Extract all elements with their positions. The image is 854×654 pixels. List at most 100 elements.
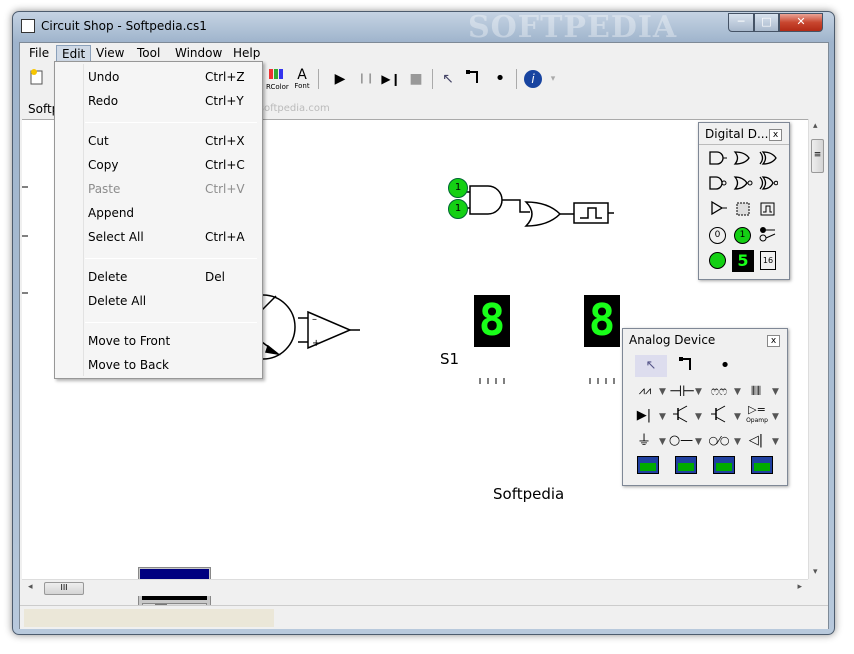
vertical-scroll-thumb[interactable]: ≡ <box>811 139 824 173</box>
hex-display-tool-icon[interactable]: 16 <box>757 250 779 272</box>
wire-tool-icon[interactable] <box>464 68 484 90</box>
speaker-tool-icon[interactable]: ◁| <box>743 430 769 452</box>
opamp-tool-icon[interactable]: ▷= Opamp <box>743 403 771 425</box>
ohmmeter-tool-icon[interactable] <box>713 456 737 476</box>
run-button[interactable]: ▶ <box>330 68 350 90</box>
menu-file[interactable]: File <box>24 45 54 62</box>
opamp-tool-label: Opamp <box>746 417 768 424</box>
digital-panel-title: Digital D... <box>705 127 769 141</box>
step-button[interactable]: ▶❙ <box>380 68 402 90</box>
pnp-dropdown-icon[interactable]: ▼ <box>734 412 741 422</box>
menu-window[interactable]: Window <box>170 45 227 62</box>
xor-gate-tool-icon[interactable] <box>757 150 779 172</box>
led-tool-icon[interactable] <box>707 250 729 272</box>
font-button[interactable]: A Font <box>292 68 312 90</box>
logic-input-one-a[interactable]: 1 <box>448 178 468 198</box>
logic-zero-tool-icon[interactable]: 0 <box>707 225 729 247</box>
nor-gate-tool-icon[interactable] <box>732 175 754 197</box>
logic-input-one-b[interactable]: 1 <box>448 199 468 219</box>
buffer-tool-icon[interactable] <box>707 200 729 222</box>
switch-tool-icon[interactable] <box>757 225 779 247</box>
cut-shortcut: Ctrl+X <box>205 134 245 148</box>
inductor-dropdown-icon[interactable]: ▼ <box>734 387 741 397</box>
title-bar[interactable]: Circuit Shop - Softpedia.cs1 SOFTPEDIA ─… <box>13 10 834 45</box>
scroll-left-arrow-icon[interactable]: ◂ <box>28 582 33 592</box>
menu-help[interactable]: Help <box>228 45 265 62</box>
scroll-right-arrow-icon[interactable]: ▸ <box>797 582 802 592</box>
horizontal-scrollbar[interactable]: ◂ III ▸ <box>22 579 808 596</box>
analog-panel-close-icon[interactable]: x <box>767 335 780 347</box>
maximize-button[interactable]: □ <box>754 13 779 32</box>
speaker-dropdown-icon[interactable]: ▼ <box>772 437 779 447</box>
analog-device-panel[interactable]: Analog Device x ↖ • ⩘⩘ ▼ ⊣⊢ ▼ ෆෆ ▼ ⫴⫴ ▼ … <box>622 328 788 486</box>
scroll-up-arrow-icon[interactable]: ▴ <box>813 121 818 131</box>
menu-edit[interactable]: Edit <box>56 45 92 62</box>
voltmeter-tool-icon[interactable] <box>637 456 661 476</box>
opamp-dropdown-icon[interactable]: ▼ <box>772 412 779 422</box>
menu-tool[interactable]: Tool <box>132 45 165 62</box>
select-tool-icon[interactable]: ↖ <box>438 68 458 90</box>
analog-wire-icon[interactable] <box>671 355 703 377</box>
terminal-tool-icon[interactable]: ○— <box>667 430 695 452</box>
ic-chip-tool-icon[interactable] <box>732 200 754 222</box>
switch-dropdown-icon[interactable]: ▼ <box>734 437 741 447</box>
paste-shortcut: Ctrl+V <box>205 182 245 196</box>
digital-device-panel[interactable]: Digital D... x 0 1 5 16 <box>698 122 790 280</box>
switch-analog-tool-icon[interactable]: ○⁄○ <box>705 430 733 452</box>
select-all-shortcut: Ctrl+A <box>205 230 245 244</box>
vertical-scrollbar[interactable]: ▴ ≡ ▾ <box>808 119 825 579</box>
minimize-button[interactable]: ─ <box>728 13 754 32</box>
logic-one-tool-icon[interactable]: 1 <box>732 225 754 247</box>
ground-dropdown-icon[interactable]: ▼ <box>659 437 666 447</box>
help-glyph: i <box>524 70 542 88</box>
menu-view[interactable]: View <box>91 45 129 62</box>
panel-divider <box>699 144 789 145</box>
resistor-dropdown-icon[interactable]: ▼ <box>659 387 666 397</box>
capacitor-dropdown-icon[interactable]: ▼ <box>695 387 702 397</box>
new-file-icon[interactable] <box>28 68 46 90</box>
diode-dropdown-icon[interactable]: ▼ <box>659 412 666 422</box>
node-tool-icon[interactable]: • <box>490 68 510 90</box>
xnor-gate-tool-icon[interactable] <box>757 175 779 197</box>
nand-gate-tool-icon[interactable] <box>707 175 729 197</box>
ground-tool-icon[interactable]: ⏚ <box>631 430 657 452</box>
capacitor-tool-icon[interactable]: ⊣⊢ <box>669 380 695 402</box>
and-gate-tool-icon[interactable] <box>707 150 729 172</box>
seven-seg-pins <box>479 378 615 384</box>
rcolor-button[interactable]: RColor <box>266 68 289 91</box>
inductor-tool-icon[interactable]: ෆෆ <box>705 380 733 402</box>
seven-segment-tool-icon[interactable]: 5 <box>732 250 754 272</box>
analog-node-icon[interactable]: • <box>709 355 741 377</box>
terminal-dropdown-icon[interactable]: ▼ <box>695 437 702 447</box>
resistor-tool-icon[interactable]: ⩘⩘ <box>631 380 659 402</box>
seven-segment-display-1[interactable]: 8 <box>474 295 510 347</box>
font-a-icon: A <box>297 67 307 83</box>
battery-tool-icon[interactable]: ⫴⫴ <box>743 380 769 402</box>
pnp-transistor-tool-icon[interactable] <box>707 405 731 427</box>
oscilloscope-tool-icon[interactable] <box>751 456 775 476</box>
seven-segment-display-2[interactable]: 8 <box>584 295 620 347</box>
npn-dropdown-icon[interactable]: ▼ <box>695 412 702 422</box>
probe-icon <box>573 202 614 224</box>
s1-label: S1 <box>440 350 460 368</box>
status-bar <box>20 605 828 629</box>
battery-dropdown-icon[interactable]: ▼ <box>772 387 779 397</box>
or-gate-tool-icon[interactable] <box>732 150 754 172</box>
horizontal-scroll-thumb[interactable]: III <box>44 582 84 595</box>
digital-panel-close-icon[interactable]: x <box>769 129 782 141</box>
close-button[interactable]: ✕ <box>779 13 823 32</box>
npn-transistor-tool-icon[interactable] <box>669 405 693 427</box>
delete-shortcut: Del <box>205 270 225 284</box>
stop-button[interactable]: ■ <box>406 68 426 90</box>
analog-select-icon[interactable]: ↖ <box>635 355 667 377</box>
menu-separator <box>85 122 257 123</box>
opamp-icon: – + <box>298 310 360 350</box>
append-label: Append <box>88 206 135 220</box>
diode-tool-icon[interactable]: ▶| <box>631 405 657 427</box>
scroll-down-arrow-icon[interactable]: ▾ <box>813 567 818 577</box>
pause-button[interactable]: ❙❙ <box>356 68 376 90</box>
ammeter-tool-icon[interactable] <box>675 456 699 476</box>
clock-tool-icon[interactable] <box>757 200 779 222</box>
help-icon[interactable]: i <box>524 68 544 90</box>
toolbar-overflow-icon[interactable]: ▾ <box>548 68 558 90</box>
